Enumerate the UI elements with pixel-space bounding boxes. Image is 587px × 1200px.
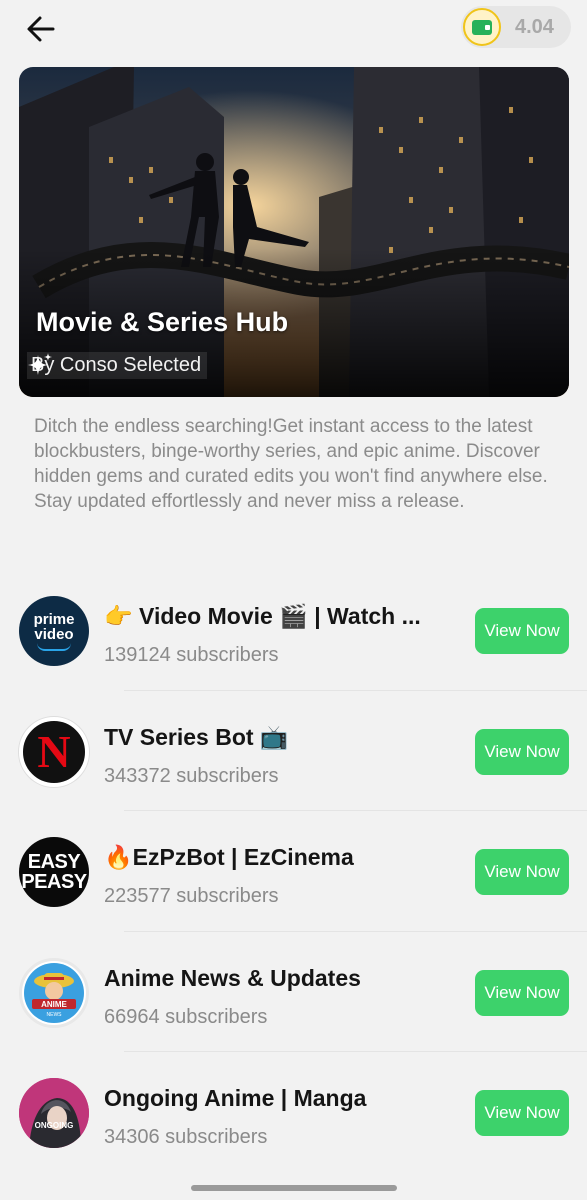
ongoing-anime-avatar: ONGOING <box>19 1078 89 1148</box>
view-now-button[interactable]: View Now <box>475 969 569 1016</box>
subscriber-count: 66964 subscribers <box>104 1005 268 1028</box>
avatar-text: EASY <box>27 851 81 873</box>
avatar-text: N <box>37 726 71 777</box>
subscriber-count: 223577 subscribers <box>104 885 279 907</box>
banner-image <box>19 67 569 397</box>
avatar-text: ANIME <box>41 1000 67 1009</box>
list-item[interactable]: prime video 👉 Video Movie 🎬 | Watch ... … <box>0 570 587 691</box>
sparkle-icon <box>28 353 52 375</box>
avatar-text: PEASY <box>21 871 87 893</box>
list-item[interactable]: N TV Series Bot 📺 343372 subscribers Vie… <box>0 691 587 811</box>
channel-name: Ongoing Anime | Manga <box>104 1085 367 1111</box>
channel-name: 👉 Video Movie 🎬 | Watch ... <box>104 603 421 629</box>
anime-news-avatar: ANIME NEWS <box>19 957 89 1028</box>
channel-name: 🔥EzPzBot | EzCinema <box>104 844 354 870</box>
home-indicator[interactable] <box>191 1185 397 1191</box>
avatar-text: video <box>34 625 74 643</box>
prime-video-avatar: prime video <box>19 596 89 666</box>
channel-name: TV Series Bot 📺 <box>104 723 289 750</box>
avatar-text: NEWS <box>47 1012 63 1018</box>
subscriber-count: 139124 subscribers <box>104 644 279 666</box>
hub-banner: Movie & Series Hub By Conso Selected <box>19 67 569 397</box>
wallet-icon <box>463 8 501 46</box>
banner-title: Movie & Series Hub <box>36 307 289 337</box>
top-bar: 4.04 <box>0 0 587 60</box>
channel-list: prime video 👉 Video Movie 🎬 | Watch ... … <box>0 570 587 1173</box>
list-item[interactable]: EASY PEASY 🔥EzPzBot | EzCinema 223577 su… <box>0 811 587 932</box>
netflix-avatar: N <box>19 716 89 787</box>
avatar-text: prime <box>33 610 75 628</box>
subscriber-count: 34306 subscribers <box>104 1126 268 1148</box>
back-arrow-icon[interactable] <box>24 12 58 46</box>
wallet-balance-value: 4.04 <box>515 15 554 38</box>
channel-name: Anime News & Updates <box>104 964 361 991</box>
banner-subtitle-text: By Conso Selected <box>31 354 202 376</box>
list-item[interactable]: ANIME NEWS Anime News & Updates 66964 su… <box>0 932 587 1052</box>
avatar-text: ONGOING <box>35 1121 74 1130</box>
list-item[interactable]: ONGOING Ongoing Anime | Manga 34306 subs… <box>0 1052 587 1173</box>
hub-description: Ditch the endless searching!Get instant … <box>34 416 548 512</box>
easy-peasy-avatar: EASY PEASY <box>19 837 89 907</box>
view-now-button[interactable]: View Now <box>475 1090 569 1136</box>
banner-subtitle: By Conso Selected <box>27 352 208 379</box>
view-now-button[interactable]: View Now <box>475 608 569 654</box>
wallet-balance[interactable]: 4.04 <box>461 6 571 48</box>
view-now-button[interactable]: View Now <box>475 728 569 775</box>
view-now-button[interactable]: View Now <box>475 849 569 895</box>
subscriber-count: 343372 subscribers <box>104 764 279 787</box>
